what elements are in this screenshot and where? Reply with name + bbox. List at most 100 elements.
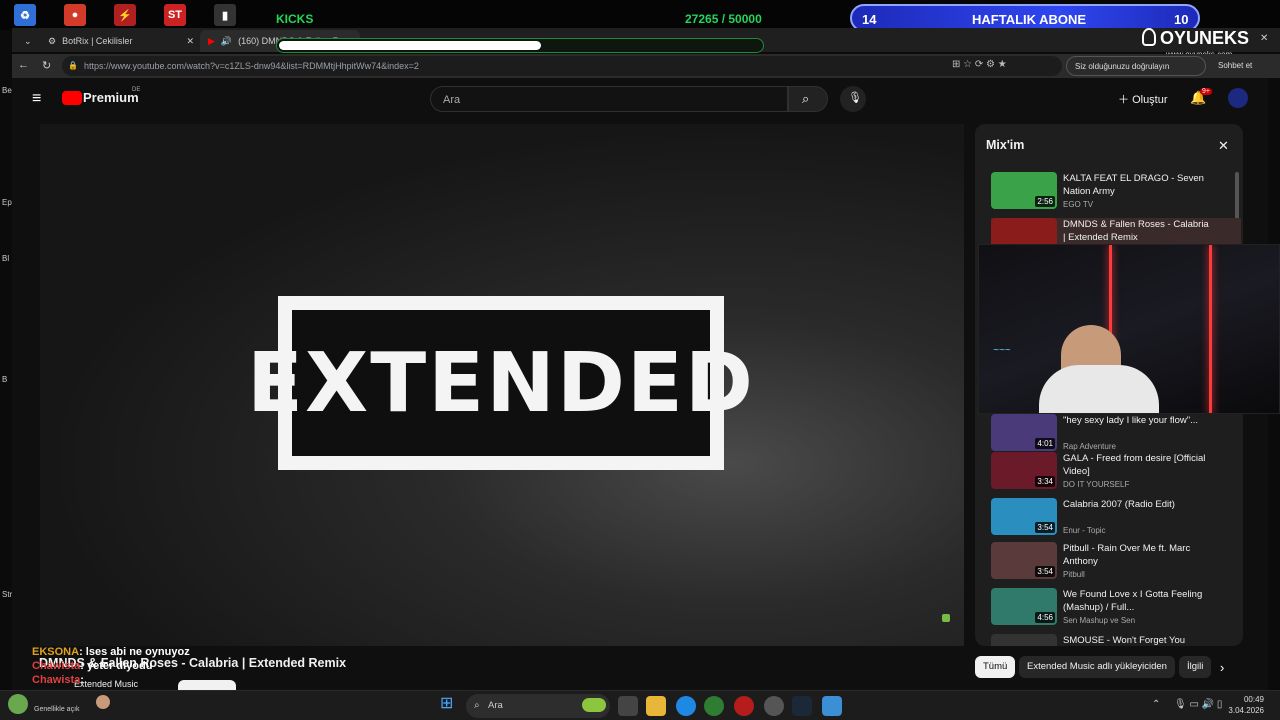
avatar[interactable]: [1228, 88, 1248, 108]
steam-icon[interactable]: [792, 696, 812, 716]
among-us-icon[interactable]: ●: [64, 4, 86, 26]
app-icon[interactable]: [704, 696, 724, 716]
chat-text: : yeter diyodu: [80, 660, 153, 672]
windows-start-icon[interactable]: ⊞: [440, 693, 460, 713]
chat-text: : lses abi ne oynuyoz: [79, 646, 190, 658]
plus-icon: ＋: [1118, 94, 1133, 106]
video-player[interactable]: EXTENDED: [40, 124, 964, 646]
close-icon[interactable]: ✕: [186, 36, 194, 47]
side-text: Be: [2, 86, 12, 95]
chat-message: EKSONA: lses abi ne oynuyoz: [32, 646, 190, 658]
mic-button[interactable]: 🎙: [840, 86, 866, 112]
playlist-item-title: Calabria 2007 (Radio Edit): [1063, 499, 1175, 510]
sub-goal-right: 10: [1174, 12, 1189, 27]
menu-icon[interactable]: ≡: [32, 90, 41, 108]
playlist-item[interactable]: 2:56 KALTA FEAT EL DRAGO - Seven Nation …: [991, 172, 1241, 218]
close-icon[interactable]: ✕: [1218, 138, 1229, 154]
kicks-progress-bar: [276, 38, 764, 53]
window-close-icon[interactable]: ✕: [1260, 33, 1268, 44]
video-thumbnail: 2:56: [991, 172, 1057, 209]
chat-message: Chawista: yeter diyodu: [32, 660, 152, 672]
neon-light: [1209, 245, 1212, 413]
chat-text: :: [80, 674, 84, 686]
playlist-item-channel: Pitbull: [1063, 570, 1085, 579]
playlist-item[interactable]: 3:54 Calabria 2007 (Radio Edit) Enur - T…: [991, 498, 1241, 544]
tray-icons[interactable]: 🎙 ▭ 🔊 ▯: [1174, 699, 1222, 710]
game-icon[interactable]: ⚡: [114, 4, 136, 26]
windows-taskbar: Genellikle açık ⊞ Ara ⌕ ⌃ 🎙 ▭ 🔊 ▯ 00:49 …: [0, 690, 1280, 720]
chat-message: Chawista:: [32, 674, 84, 686]
playlist-item-title: "hey sexy lady I like your flow"...: [1063, 415, 1199, 426]
video-duration: 3:54: [1035, 522, 1055, 533]
chevron-right-icon[interactable]: ›: [1220, 660, 1224, 675]
app-icon[interactable]: ▮: [214, 4, 236, 26]
playlist-item[interactable]: SMOUSE - Won't Forget You: [991, 634, 1241, 646]
search-button[interactable]: ⌕: [788, 86, 828, 112]
video-duration: 3:34: [1035, 476, 1055, 487]
playlist-item-title: We Found Love x I Gotta Feeling (Mashup)…: [1063, 589, 1203, 613]
video-duration: 2:56: [1035, 196, 1055, 207]
recycle-bin-icon[interactable]: ♻: [14, 4, 36, 26]
user-avatar[interactable]: [96, 695, 110, 709]
signin-button[interactable]: Siz olduğunuzu doğrulayın: [1066, 56, 1206, 76]
tab-list-icon[interactable]: ⌄: [16, 30, 32, 52]
video-thumbnail: 3:54: [991, 498, 1057, 535]
youtube-logo-icon[interactable]: [62, 91, 82, 105]
side-text: B: [2, 375, 8, 384]
clock-date[interactable]: 3.04.2026: [1220, 706, 1264, 715]
playlist-item[interactable]: 3:34 GALA - Freed from desire [Official …: [991, 452, 1241, 498]
clock-time[interactable]: 00:49: [1234, 695, 1264, 704]
video-duration: 3:54: [1035, 566, 1055, 577]
extended-logo-text: EXTENDED: [247, 310, 753, 456]
url-field[interactable]: https://www.youtube.com/watch?v=c1ZLS-dn…: [62, 56, 1062, 76]
chip[interactable]: Extended Music adlı yükleyiciden: [1019, 656, 1175, 678]
file-explorer-icon[interactable]: [646, 696, 666, 716]
tray-chevron-icon[interactable]: ⌃: [1152, 699, 1160, 710]
webcam-overlay: ~~~: [978, 244, 1280, 414]
playlist-item-title: KALTA FEAT EL DRAGO - Seven Nation Army: [1063, 173, 1204, 197]
playlist-item-title: GALA - Freed from desire [Official Video…: [1063, 453, 1206, 477]
st-app-icon[interactable]: ST: [164, 4, 186, 26]
lock-icon[interactable]: 🔒: [68, 61, 78, 70]
weather-icon[interactable]: [8, 694, 28, 714]
playlist-item-channel: EGO TV: [1063, 200, 1094, 209]
edge-icon[interactable]: [676, 696, 696, 716]
search-input[interactable]: Ara: [430, 86, 788, 112]
video-duration: 4:01: [1035, 438, 1055, 449]
back-icon[interactable]: ←: [18, 59, 29, 71]
side-text: Str: [2, 590, 13, 599]
playlist-item[interactable]: 4:56 We Found Love x I Gotta Feeling (Ma…: [991, 588, 1241, 634]
search-highlight-icon: [582, 698, 606, 712]
extensions-icons[interactable]: ⊞ ☆ ⟳ ⚙ ★: [952, 59, 1007, 70]
mascot-icon: [1142, 28, 1156, 46]
create-button[interactable]: ＋ Oluştur: [1118, 91, 1168, 107]
playlist-item-channel: DO IT YOURSELF: [1063, 480, 1130, 489]
create-label: Oluştur: [1132, 94, 1168, 106]
video-thumbnail: [991, 634, 1057, 646]
playlist-item-channel: Enur - Topic: [1063, 526, 1106, 535]
video-thumbnail: 4:56: [991, 588, 1057, 625]
speaker-icon: 🔊: [220, 35, 233, 46]
chip[interactable]: İlgili: [1179, 656, 1212, 678]
youtube-icon: ▶: [208, 35, 215, 46]
task-view-icon[interactable]: [618, 696, 638, 716]
kicks-count: 27265 / 50000: [685, 12, 762, 26]
search-icon: ⌕: [802, 91, 810, 106]
photos-icon[interactable]: [822, 696, 842, 716]
cube-icon: [942, 614, 950, 622]
side-text: Bl: [2, 254, 10, 263]
video-duration: 4:56: [1035, 612, 1055, 623]
playlist-item[interactable]: 3:54 Pitbull - Rain Over Me ft. Marc Ant…: [991, 542, 1241, 588]
tab-label: BotRix | Cekilisler: [62, 36, 133, 46]
neon-sign-icon: ~~~: [993, 345, 1011, 356]
reload-icon[interactable]: ↻: [42, 59, 51, 72]
chip[interactable]: Tümü: [975, 656, 1016, 678]
playlist-item-channel: Sen Mashup ve Sen: [1063, 616, 1136, 625]
notification-badge: 9+: [1200, 88, 1212, 95]
playlist-item-title: DMNDS & Fallen Roses - Calabria | Extend…: [1063, 219, 1209, 243]
tab-botrix[interactable]: ⚙ BotRix | Cekilisler ✕: [40, 30, 200, 52]
obs-icon[interactable]: [734, 696, 754, 716]
settings-icon[interactable]: [764, 696, 784, 716]
youtube-premium-logo[interactable]: Premium: [83, 90, 139, 105]
chat-button[interactable]: Sohbet et: [1218, 61, 1252, 70]
